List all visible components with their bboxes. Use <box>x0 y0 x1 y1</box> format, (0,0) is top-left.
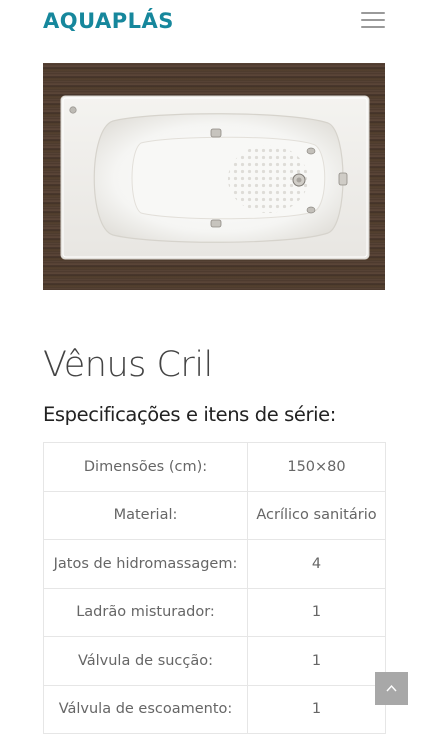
bathtub-product-photo <box>43 63 385 290</box>
spec-value: 1 <box>247 684 386 734</box>
table-row: Válvula de sucção: 1 <box>43 636 386 686</box>
specifications-table: Dimensões (cm): 150×80 Material: Acrílic… <box>43 442 386 734</box>
spec-label: Dimensões (cm): <box>43 442 248 492</box>
spec-label: Válvula de escoamento: <box>43 684 248 734</box>
site-logo[interactable]: AQUAPLÁS <box>43 8 174 34</box>
table-row: Dimensões (cm): 150×80 <box>43 442 386 492</box>
table-row: Ladrão misturador: 1 <box>43 587 386 637</box>
menu-bar-line <box>361 26 385 28</box>
spec-label: Material: <box>43 490 248 540</box>
spec-value: 150×80 <box>247 442 386 492</box>
menu-bar-line <box>361 19 385 21</box>
menu-bar-line <box>361 12 385 14</box>
specifications-heading: Especificações e itens de série: <box>43 403 336 426</box>
spec-label: Válvula de sucção: <box>43 636 248 686</box>
table-row: Jatos de hidromassagem: 4 <box>43 539 386 589</box>
hamburger-menu-icon[interactable] <box>361 10 385 30</box>
back-to-top-button[interactable] <box>375 672 408 705</box>
spec-value: 4 <box>247 539 386 589</box>
product-title: Vênus Cril <box>43 345 213 385</box>
spec-value: 1 <box>247 587 386 637</box>
table-row: Válvula de escoamento: 1 <box>43 684 386 734</box>
spec-label: Jatos de hidromassagem: <box>43 539 248 589</box>
spec-value: Acrílico sanitário <box>247 490 386 540</box>
site-header: AQUAPLÁS <box>0 0 428 44</box>
spec-value: 1 <box>247 636 386 686</box>
chevron-up-icon <box>386 684 397 692</box>
table-row: Material: Acrílico sanitário <box>43 490 386 540</box>
spec-label: Ladrão misturador: <box>43 587 248 637</box>
